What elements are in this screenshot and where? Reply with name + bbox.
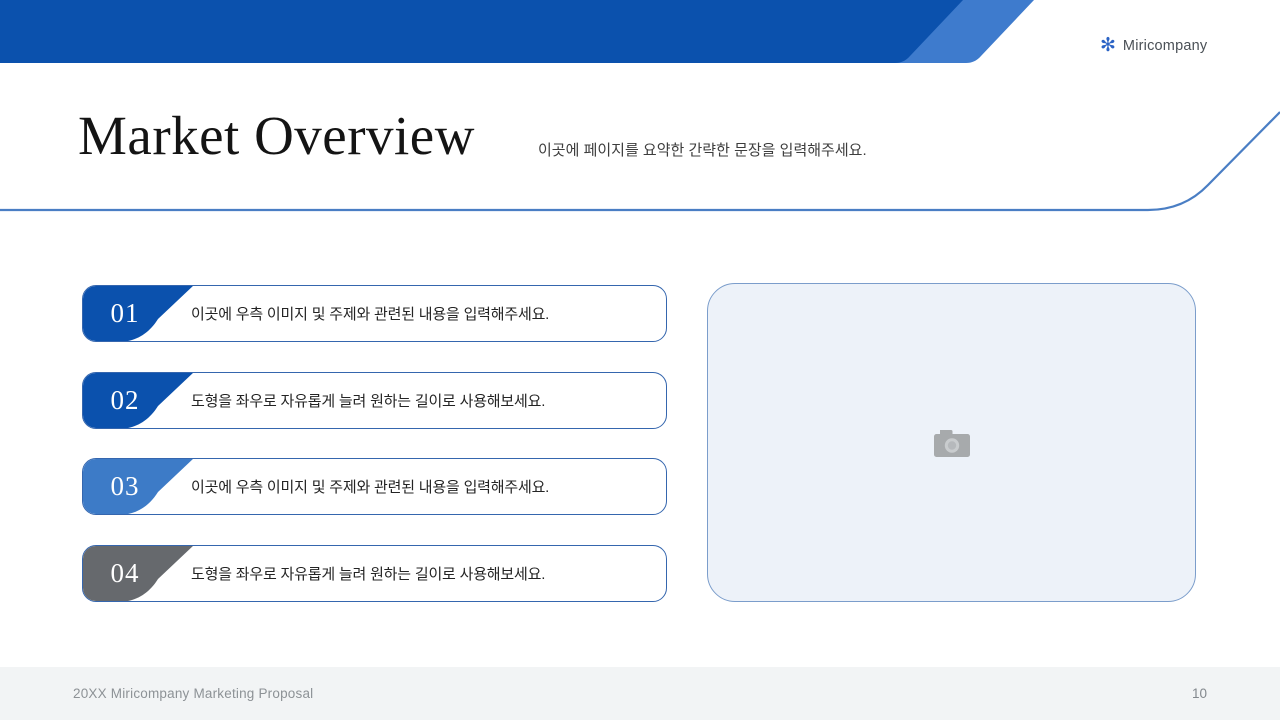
slide-footer: 20XX Miricompany Marketing Proposal 10: [0, 667, 1280, 720]
header-band-dark-shape: [0, 0, 963, 63]
camera-lens-inner: [947, 440, 956, 450]
list-item-text-wrap: 이곳에 우측 이미지 및 주제와 관련된 내용을 입력해주세요.: [83, 286, 666, 341]
page-title: Market Overview: [78, 105, 475, 166]
list-item-text-wrap: 이곳에 우측 이미지 및 주제와 관련된 내용을 입력해주세요.: [83, 459, 666, 514]
company-logo-label: Miricompany: [1122, 37, 1208, 54]
page-number: 10: [1191, 686, 1207, 701]
snowflake-asterisk-icon: ✻: [1100, 35, 1116, 56]
list-item-text: 도형을 좌우로 자유롭게 늘려 원하는 길이로 사용해보세요.: [191, 566, 546, 583]
list-item: 03 이곳에 우측 이미지 및 주제와 관련된 내용을 입력해주세요.: [82, 458, 667, 515]
company-logo: ✻ Miricompany: [1100, 36, 1207, 55]
presentation-slide: ✻ Miricompany Market Overview 이곳에 페이지를 요…: [0, 0, 1280, 720]
list-item: 04 도형을 좌우로 자유롭게 늘려 원하는 길이로 사용해보세요.: [82, 545, 667, 602]
list-item-text-wrap: 도형을 좌우로 자유롭게 늘려 원하는 길이로 사용해보세요.: [83, 546, 666, 601]
list-item-text: 도형을 좌우로 자유롭게 늘려 원하는 길이로 사용해보세요.: [191, 393, 546, 410]
header-band: [0, 0, 1034, 63]
list-item: 02 도형을 좌우로 자유롭게 늘려 원하는 길이로 사용해보세요.: [82, 372, 667, 429]
camera-icon: [933, 429, 970, 457]
list-item-text: 이곳에 우측 이미지 및 주제와 관련된 내용을 입력해주세요.: [191, 479, 550, 496]
image-placeholder: [707, 283, 1196, 602]
page-subtitle: 이곳에 페이지를 요약한 간략한 문장을 입력해주세요.: [538, 142, 867, 159]
list-item: 01 이곳에 우측 이미지 및 주제와 관련된 내용을 입력해주세요.: [82, 285, 667, 342]
footer-caption: 20XX Miricompany Marketing Proposal: [73, 686, 314, 701]
list-item-text: 이곳에 우측 이미지 및 주제와 관련된 내용을 입력해주세요.: [191, 306, 550, 323]
list-item-text-wrap: 도형을 좌우로 자유롭게 늘려 원하는 길이로 사용해보세요.: [83, 373, 666, 428]
